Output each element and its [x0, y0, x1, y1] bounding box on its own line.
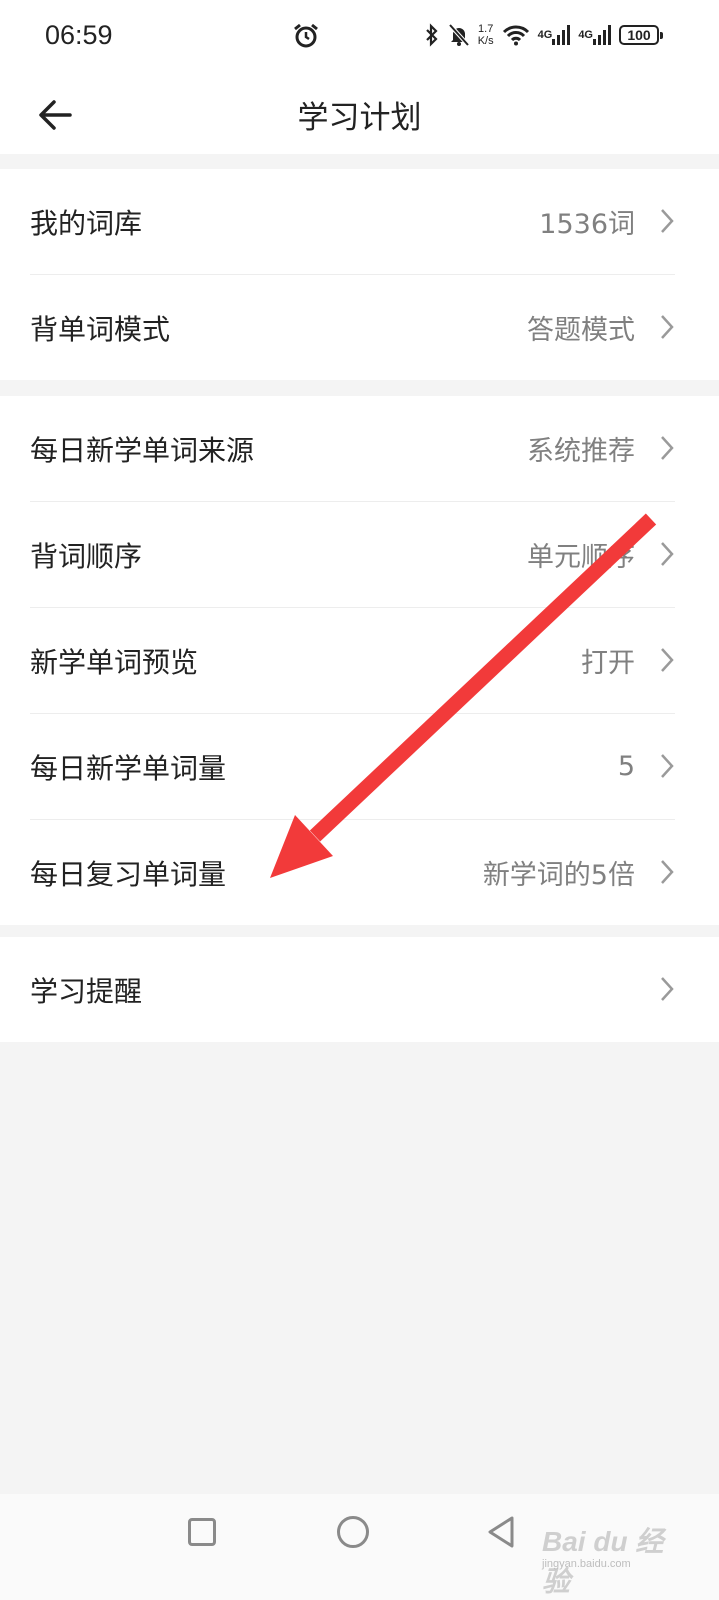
status-icons: 1.7 K/s 4G 4G 100: [424, 18, 663, 52]
chevron-right-icon: [661, 209, 674, 233]
battery-icon: 100: [619, 25, 663, 45]
row-label: 每日复习单词量: [30, 857, 227, 891]
signal-icon: [552, 25, 571, 45]
network-type-1: 4G: [537, 29, 553, 41]
speed-value: 1.7: [478, 23, 494, 35]
chevron-right-icon: [661, 648, 674, 672]
bluetooth-icon: [425, 23, 438, 47]
row-label: 每日新学单词量: [30, 751, 227, 785]
row-new-word-preview[interactable]: 新学单词预览 打开: [30, 608, 675, 714]
chevron-right-icon: [661, 315, 674, 339]
row-value: 单元顺序: [527, 542, 635, 573]
signal-group-1: 4G: [538, 25, 571, 45]
wifi-icon: [502, 25, 529, 46]
row-label: 每日新学单词来源: [30, 433, 255, 467]
chevron-right-icon: [661, 542, 674, 566]
row-label: 新学单词预览: [30, 645, 199, 679]
row-word-order[interactable]: 背词顺序 单元顺序: [30, 502, 675, 608]
chevron-right-icon: [661, 754, 674, 778]
battery-level: 100: [627, 27, 651, 43]
row-value: 打开: [581, 648, 635, 679]
watermark-url: jingyan.baidu.com: [542, 1558, 631, 1570]
settings-group-1: 我的词库 1536词 背单词模式 答题模式: [0, 169, 719, 380]
status-bar: 06:59 1.7 K/s 4G 4G 100: [0, 0, 719, 76]
network-type-2: 4G: [578, 29, 593, 41]
row-my-wordbank[interactable]: 我的词库 1536词: [30, 169, 675, 275]
row-study-reminder[interactable]: 学习提醒: [30, 937, 675, 1042]
back-triangle-icon[interactable]: [484, 1514, 520, 1550]
row-label: 背单词模式: [30, 312, 171, 346]
chevron-right-icon: [661, 436, 674, 460]
top-app-bar: 学习计划: [0, 76, 719, 154]
row-label: 背词顺序: [30, 539, 143, 573]
signal-group-2: 4G: [578, 25, 611, 45]
row-value: 答题模式: [527, 315, 635, 346]
status-time: 06:59: [45, 20, 113, 50]
recent-apps-icon[interactable]: [188, 1518, 216, 1546]
row-daily-review-count[interactable]: 每日复习单词量 新学词的5倍: [30, 820, 675, 925]
network-speed: 1.7 K/s: [478, 23, 494, 47]
alarm-icon: [294, 23, 318, 48]
row-daily-new-source[interactable]: 每日新学单词来源 系统推荐: [30, 396, 675, 502]
settings-group-3: 学习提醒: [0, 937, 719, 1042]
row-value: 5: [617, 751, 635, 782]
speed-unit: K/s: [477, 35, 494, 47]
signal-icon: [593, 25, 611, 45]
row-value: 系统推荐: [527, 436, 635, 467]
page-title: 学习计划: [297, 100, 422, 136]
chevron-right-icon: [661, 977, 674, 1001]
home-icon[interactable]: [337, 1516, 369, 1548]
chevron-right-icon: [661, 860, 674, 884]
row-study-mode[interactable]: 背单词模式 答题模式: [30, 275, 675, 380]
settings-group-2: 每日新学单词来源 系统推荐 背词顺序 单元顺序 新学单词预览 打开 每日新学单词…: [0, 396, 719, 925]
row-daily-new-count[interactable]: 每日新学单词量 5: [30, 714, 675, 820]
row-value: 新学词的5倍: [482, 860, 635, 891]
row-label: 我的词库: [30, 206, 143, 240]
baidu-jingyan-watermark: Bai du 经验 jingyan.baidu.com: [530, 1514, 680, 1597]
mute-icon: [448, 23, 470, 47]
row-label: 学习提醒: [30, 974, 143, 1008]
row-value: 1536词: [539, 209, 635, 240]
